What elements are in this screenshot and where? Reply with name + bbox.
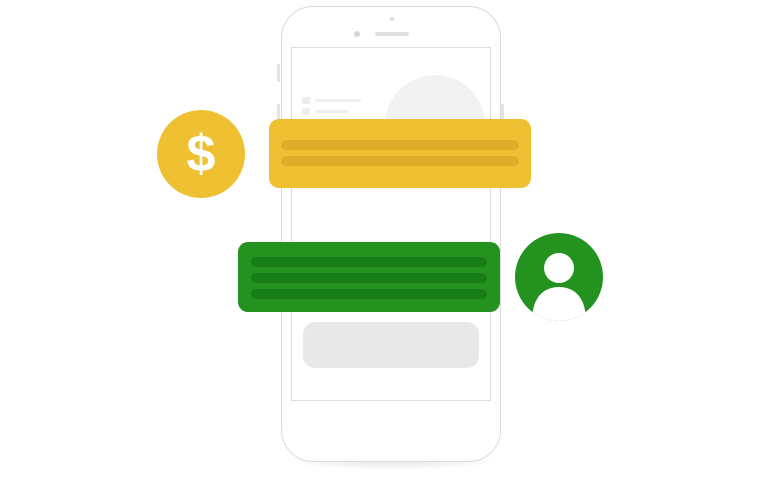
screen-list-line <box>315 99 361 102</box>
user-message-card <box>238 242 500 312</box>
user-message-line <box>251 257 487 267</box>
screen-list-marker <box>302 97 310 104</box>
user-message-line <box>251 289 487 299</box>
payment-message-line <box>281 140 519 150</box>
payment-message-line <box>281 156 519 166</box>
dollar-sign-icon: $ <box>157 110 245 198</box>
illustration: $ <box>0 0 768 484</box>
dollar-symbol-text: $ <box>187 125 216 183</box>
user-avatar-glyph <box>532 253 586 321</box>
phone-volume-button <box>277 64 280 82</box>
screen-list-marker <box>302 108 310 115</box>
phone-camera <box>354 31 360 37</box>
user-message-line <box>251 273 487 283</box>
payment-message-card <box>269 119 531 188</box>
user-icon <box>515 233 603 321</box>
phone-sensor <box>390 17 394 21</box>
screen-placeholder-button <box>303 322 479 368</box>
phone-speaker <box>375 32 409 36</box>
screen-list-line <box>315 110 349 113</box>
dollar-sign-glyph: $ <box>187 125 216 183</box>
